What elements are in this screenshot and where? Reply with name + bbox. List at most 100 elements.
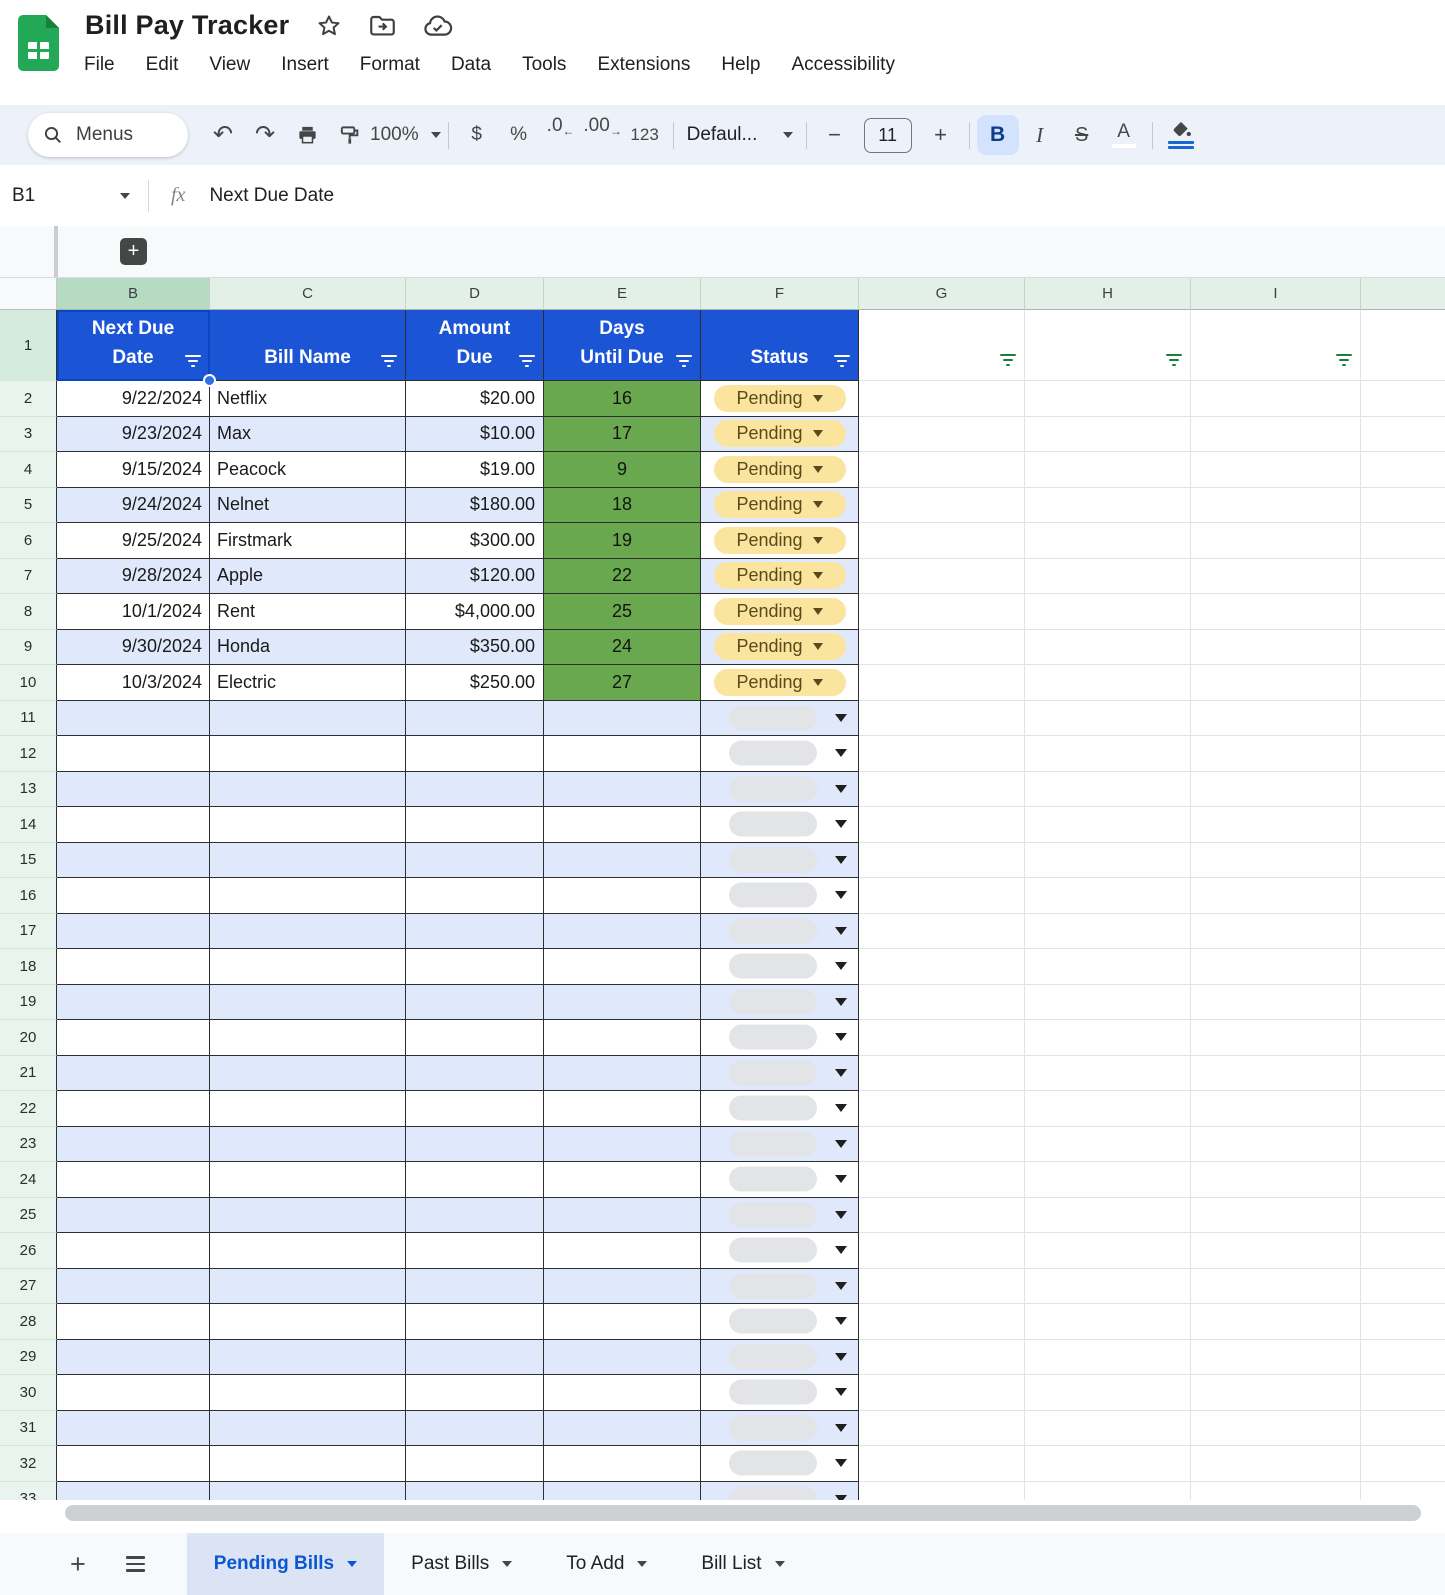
sheet-tab-past-bills[interactable]: Past Bills: [384, 1533, 539, 1595]
cell-H30[interactable]: [1025, 1375, 1191, 1411]
cell-B32[interactable]: [57, 1446, 210, 1482]
cell-C4[interactable]: Peacock: [210, 452, 406, 488]
row-header-31[interactable]: 31: [0, 1411, 57, 1447]
cell-partial17[interactable]: [1361, 914, 1445, 950]
cell-partial27[interactable]: [1361, 1269, 1445, 1305]
cell-I30[interactable]: [1191, 1375, 1361, 1411]
cell-E18[interactable]: [544, 949, 701, 985]
grid-corner[interactable]: [0, 278, 57, 310]
row-header-16[interactable]: 16: [0, 878, 57, 914]
cell-G18[interactable]: [859, 949, 1025, 985]
cell-G24[interactable]: [859, 1162, 1025, 1198]
cell-partial8[interactable]: [1361, 594, 1445, 630]
cell-H23[interactable]: [1025, 1127, 1191, 1163]
filter-icon[interactable]: [834, 355, 850, 368]
cell-I7[interactable]: [1191, 559, 1361, 595]
cell-D15[interactable]: [406, 843, 544, 879]
cell-E24[interactable]: [544, 1162, 701, 1198]
cell-E22[interactable]: [544, 1091, 701, 1127]
cell-E26[interactable]: [544, 1233, 701, 1269]
cell-H2[interactable]: [1025, 381, 1191, 417]
cell-C14[interactable]: [210, 807, 406, 843]
status-dropdown-empty[interactable]: [701, 1198, 858, 1233]
cell-D23[interactable]: [406, 1127, 544, 1163]
row-header-2[interactable]: 2: [0, 381, 57, 417]
cell-F28[interactable]: [701, 1304, 859, 1340]
row-header-12[interactable]: 12: [0, 736, 57, 772]
row-header-23[interactable]: 23: [0, 1127, 57, 1163]
cell-D7[interactable]: $120.00: [406, 559, 544, 595]
row-header-6[interactable]: 6: [0, 523, 57, 559]
zoom-select[interactable]: 100%: [370, 115, 441, 155]
cell-partial23[interactable]: [1361, 1127, 1445, 1163]
cell-partial7[interactable]: [1361, 559, 1445, 595]
cell-G11[interactable]: [859, 701, 1025, 737]
row-header-8[interactable]: 8: [0, 594, 57, 630]
cell-F25[interactable]: [701, 1198, 859, 1234]
cell-E30[interactable]: [544, 1375, 701, 1411]
cell-partial19[interactable]: [1361, 985, 1445, 1021]
cell-B10[interactable]: 10/3/2024: [57, 665, 210, 701]
cell-G5[interactable]: [859, 488, 1025, 524]
status-dropdown-empty[interactable]: [701, 1162, 858, 1197]
cell-C24[interactable]: [210, 1162, 406, 1198]
cell-I2[interactable]: [1191, 381, 1361, 417]
cell-B2[interactable]: 9/22/2024: [57, 381, 210, 417]
cell-B6[interactable]: 9/25/2024: [57, 523, 210, 559]
cell-I20[interactable]: [1191, 1020, 1361, 1056]
cell-partial11[interactable]: [1361, 701, 1445, 737]
cell-C3[interactable]: Max: [210, 417, 406, 453]
row-header-21[interactable]: 21: [0, 1056, 57, 1092]
cell-F15[interactable]: [701, 843, 859, 879]
cell-partial10[interactable]: [1361, 665, 1445, 701]
cell-F5[interactable]: Pending: [701, 488, 859, 524]
cell-C27[interactable]: [210, 1269, 406, 1305]
cell-I17[interactable]: [1191, 914, 1361, 950]
cell-I6[interactable]: [1191, 523, 1361, 559]
status-dropdown-empty[interactable]: [701, 701, 858, 736]
row-header-14[interactable]: 14: [0, 807, 57, 843]
cell-B5[interactable]: 9/24/2024: [57, 488, 210, 524]
cell-G14[interactable]: [859, 807, 1025, 843]
cell-B28[interactable]: [57, 1304, 210, 1340]
cell-C9[interactable]: Honda: [210, 630, 406, 666]
column-header-E[interactable]: E: [544, 278, 701, 310]
cell-partial18[interactable]: [1361, 949, 1445, 985]
decrease-decimals-button[interactable]: .0←: [540, 115, 582, 155]
status-dropdown-empty[interactable]: [701, 1340, 858, 1375]
cell-I3[interactable]: [1191, 417, 1361, 453]
cell-C33[interactable]: [210, 1482, 406, 1501]
cell-B17[interactable]: [57, 914, 210, 950]
cell-partial29[interactable]: [1361, 1340, 1445, 1376]
cell-D30[interactable]: [406, 1375, 544, 1411]
cell-H28[interactable]: [1025, 1304, 1191, 1340]
cell-C6[interactable]: Firstmark: [210, 523, 406, 559]
cell-partial21[interactable]: [1361, 1056, 1445, 1092]
cell-D16[interactable]: [406, 878, 544, 914]
cell-F13[interactable]: [701, 772, 859, 808]
row-header-27[interactable]: 27: [0, 1269, 57, 1305]
cell-D24[interactable]: [406, 1162, 544, 1198]
cell-I31[interactable]: [1191, 1411, 1361, 1447]
bold-button[interactable]: B: [977, 115, 1019, 155]
cell-H20[interactable]: [1025, 1020, 1191, 1056]
cell-D26[interactable]: [406, 1233, 544, 1269]
cell-B27[interactable]: [57, 1269, 210, 1305]
document-title[interactable]: Bill Pay Tracker: [85, 10, 289, 41]
column-header-F[interactable]: F: [701, 278, 859, 310]
row-header-13[interactable]: 13: [0, 772, 57, 808]
increase-decimals-button[interactable]: .00→: [582, 115, 624, 155]
cell-B12[interactable]: [57, 736, 210, 772]
cell-G30[interactable]: [859, 1375, 1025, 1411]
cell-I18[interactable]: [1191, 949, 1361, 985]
cell-F8[interactable]: Pending: [701, 594, 859, 630]
cell-I19[interactable]: [1191, 985, 1361, 1021]
cell-G10[interactable]: [859, 665, 1025, 701]
cell-partial30[interactable]: [1361, 1375, 1445, 1411]
cell-D17[interactable]: [406, 914, 544, 950]
menu-insert[interactable]: Insert: [281, 54, 329, 76]
status-dropdown-empty[interactable]: [701, 1375, 858, 1410]
fill-color-button[interactable]: [1160, 115, 1202, 155]
cell-H14[interactable]: [1025, 807, 1191, 843]
cell-G20[interactable]: [859, 1020, 1025, 1056]
